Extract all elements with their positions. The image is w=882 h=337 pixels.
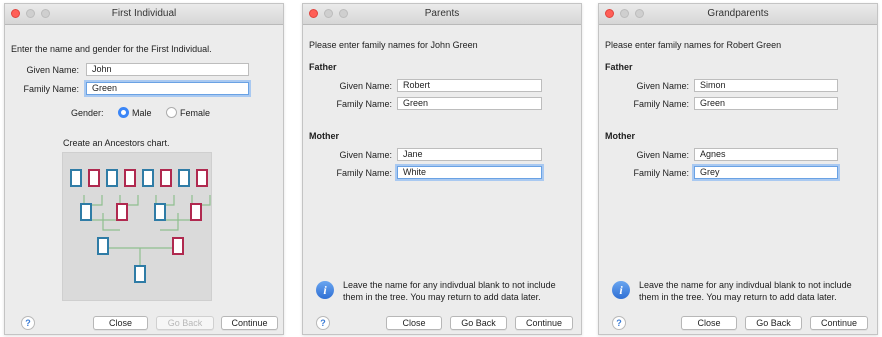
father-heading: Father — [309, 62, 337, 72]
help-icon[interactable]: ? — [21, 316, 35, 330]
father-given-name-field[interactable]: Robert — [397, 79, 542, 92]
go-back-button[interactable]: Go Back — [156, 316, 214, 330]
given-name-field[interactable]: John — [86, 63, 249, 76]
chart-caption: Create an Ancestors chart. — [63, 138, 170, 148]
close-button[interactable]: Close — [681, 316, 737, 330]
info-icon: i — [316, 281, 334, 299]
prompt-text: Enter the name and gender for the First … — [11, 44, 212, 54]
continue-button[interactable]: Continue — [810, 316, 868, 330]
ancestors-chart-graphic — [70, 169, 211, 283]
gender-female-radio[interactable] — [166, 107, 177, 118]
father-family-name-label: Family Name: — [633, 99, 689, 109]
father-given-name-label: Given Name: — [339, 81, 392, 91]
info-text-line-1: Leave the name for any indivdual blank t… — [343, 280, 556, 290]
help-icon[interactable]: ? — [612, 316, 626, 330]
close-button[interactable]: Close — [93, 316, 148, 330]
mother-given-name-field[interactable]: Jane — [397, 148, 542, 161]
mother-family-name-label: Family Name: — [633, 168, 689, 178]
help-icon[interactable]: ? — [316, 316, 330, 330]
gender-label: Gender: — [71, 108, 104, 118]
title-bar[interactable]: First Individual — [5, 4, 283, 25]
gender-female-label[interactable]: Female — [180, 108, 210, 118]
father-family-name-field[interactable]: Green — [397, 97, 542, 110]
mother-heading: Mother — [309, 131, 339, 141]
father-given-name-label: Given Name: — [636, 81, 689, 91]
mother-family-name-field[interactable]: White — [397, 166, 542, 179]
mother-family-name-label: Family Name: — [336, 168, 392, 178]
close-button[interactable]: Close — [386, 316, 442, 330]
gender-male-radio[interactable] — [118, 107, 129, 118]
father-family-name-label: Family Name: — [336, 99, 392, 109]
first-individual-window: First Individual Enter the name and gend… — [4, 3, 284, 335]
parents-window: Parents Please enter family names for Jo… — [302, 3, 582, 335]
mother-given-name-label: Given Name: — [339, 150, 392, 160]
ancestors-chart-icon[interactable] — [62, 152, 212, 301]
info-text-line-1: Leave the name for any indivdual blank t… — [639, 280, 852, 290]
go-back-button[interactable]: Go Back — [745, 316, 802, 330]
continue-button[interactable]: Continue — [221, 316, 278, 330]
info-text-line-2: them in the tree. You may return to add … — [639, 292, 837, 302]
grandparents-window: Grandparents Please enter family names f… — [598, 3, 878, 335]
family-name-field[interactable]: Green — [86, 82, 249, 95]
go-back-button[interactable]: Go Back — [450, 316, 507, 330]
window-title: First Individual — [111, 8, 177, 19]
info-icon: i — [612, 281, 630, 299]
mother-heading: Mother — [605, 131, 635, 141]
family-name-label: Family Name: — [23, 84, 79, 94]
title-bar[interactable]: Grandparents — [599, 4, 877, 25]
mother-given-name-label: Given Name: — [636, 150, 689, 160]
title-bar[interactable]: Parents — [303, 4, 581, 25]
father-given-name-field[interactable]: Simon — [694, 79, 838, 92]
father-heading: Father — [605, 62, 633, 72]
gender-male-label[interactable]: Male — [132, 108, 152, 118]
window-title: Grandparents — [707, 8, 769, 19]
person-boxes — [70, 169, 208, 283]
info-text-line-2: them in the tree. You may return to add … — [343, 292, 541, 302]
window-title: Parents — [424, 8, 460, 19]
mother-family-name-field[interactable]: Grey — [694, 166, 838, 179]
given-name-label: Given Name: — [26, 65, 79, 75]
mother-given-name-field[interactable]: Agnes — [694, 148, 838, 161]
prompt-text: Please enter family names for John Green — [309, 40, 478, 50]
father-family-name-field[interactable]: Green — [694, 97, 838, 110]
continue-button[interactable]: Continue — [515, 316, 573, 330]
prompt-text: Please enter family names for Robert Gre… — [605, 40, 782, 50]
